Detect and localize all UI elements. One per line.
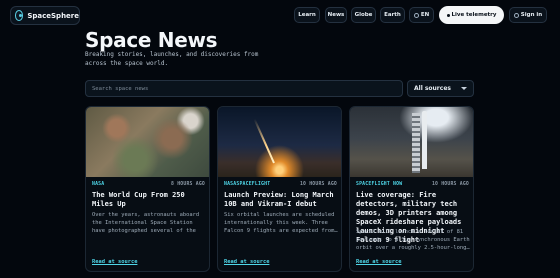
- news-card-time: 10 HOURS AGO: [299, 182, 337, 187]
- news-card-summary: SpaceX will launch a series of 81 payloa…: [356, 229, 470, 251]
- news-card-summary: Over the years, astronauts aboard the In…: [92, 212, 200, 234]
- news-card-time: 10 HOURS AGO: [431, 182, 469, 187]
- news-card-source: NASASPACEFLIGHT: [224, 182, 271, 187]
- source-filter-value: All sources: [414, 85, 451, 92]
- brand-name: SpaceSphere: [27, 11, 79, 20]
- news-card[interactable]: NASASPACEFLIGHT 10 HOURS AGO Launch Prev…: [217, 106, 342, 272]
- rocket: [422, 111, 427, 169]
- news-card-time: 8 HOURS AGO: [171, 182, 205, 187]
- nav-globe[interactable]: Globe: [351, 7, 376, 23]
- launch-tower: [412, 113, 420, 173]
- page-subtitle: Breaking stories, launches, and discover…: [85, 51, 259, 67]
- telemetry-label: Live telemetry: [451, 12, 497, 18]
- news-card-meta: NASA 8 HOURS AGO: [92, 182, 205, 187]
- news-card-image: [350, 107, 473, 177]
- news-card-title[interactable]: The World Cup From 250 Miles Up: [92, 191, 207, 209]
- news-card[interactable]: NASA 8 HOURS AGO The World Cup From 250 …: [85, 106, 210, 272]
- brand-logo-link[interactable]: SpaceSphere: [10, 6, 80, 25]
- globe-icon: [413, 12, 419, 18]
- read-at-source-link[interactable]: Read at source: [356, 259, 401, 265]
- source-filter-select[interactable]: All sources: [407, 80, 474, 97]
- sign-in-label: Sign in: [520, 12, 543, 18]
- live-telemetry-button[interactable]: Live telemetry: [439, 6, 504, 24]
- news-card-title[interactable]: Launch Preview: Long March 10B and Vikra…: [224, 191, 339, 209]
- language-label: EN: [420, 12, 430, 18]
- read-at-source-link[interactable]: Read at source: [92, 259, 137, 265]
- search-input[interactable]: Search space news: [85, 80, 403, 97]
- news-card-image: [86, 107, 209, 177]
- user-icon: [513, 12, 519, 18]
- read-at-source-link[interactable]: Read at source: [224, 259, 269, 265]
- news-card-image: [218, 107, 341, 177]
- nav-earth[interactable]: Earth: [380, 7, 405, 23]
- page-title: Space News: [85, 28, 218, 52]
- top-navigation: SpaceSphere Learn News Globe Earth EN Li…: [0, 0, 560, 34]
- planet-icon: [15, 10, 24, 21]
- launch-trail: [253, 118, 275, 164]
- language-selector[interactable]: EN: [409, 7, 434, 23]
- nav-news[interactable]: News: [325, 7, 347, 23]
- chevron-down-icon: [461, 87, 467, 90]
- news-card-meta: NASASPACEFLIGHT 10 HOURS AGO: [224, 182, 337, 187]
- search-placeholder: Search space news: [92, 85, 149, 92]
- news-card[interactable]: SPACEFLIGHT NOW 10 HOURS AGO Live covera…: [349, 106, 474, 272]
- news-card-summary: Six orbital launches are scheduled inter…: [224, 212, 338, 234]
- sign-in-button[interactable]: Sign in: [509, 7, 547, 23]
- news-card-source: NASA: [92, 182, 105, 187]
- news-card-source: SPACEFLIGHT NOW: [356, 182, 403, 187]
- nav-learn[interactable]: Learn: [294, 7, 320, 23]
- news-card-meta: SPACEFLIGHT NOW 10 HOURS AGO: [356, 182, 469, 187]
- live-dot-icon: [446, 13, 450, 17]
